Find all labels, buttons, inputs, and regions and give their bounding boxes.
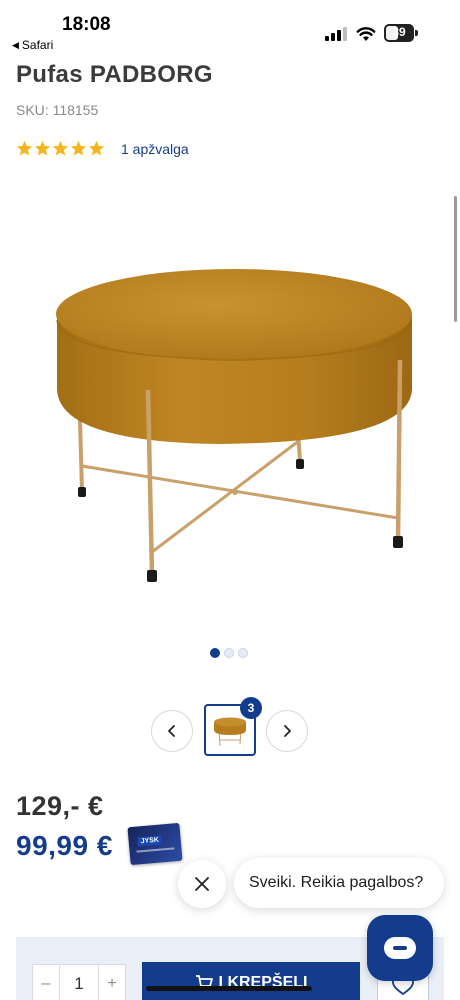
regular-price: 129,- €: [16, 791, 104, 821]
member-price: 99,99 €: [16, 830, 113, 861]
gallery-next-button[interactable]: [266, 710, 308, 752]
back-to-safari-link[interactable]: ◀ Safari: [12, 38, 53, 52]
product-rating: 1 apžvalga: [16, 140, 189, 157]
quantity-input[interactable]: 1: [59, 965, 99, 1000]
gallery-dot-1[interactable]: [210, 648, 220, 658]
card-logo: JYSK: [137, 835, 163, 847]
product-sku: SKU: 118155: [16, 102, 99, 118]
gallery-dot-3[interactable]: [238, 648, 248, 658]
star-icon: [52, 140, 69, 156]
star-icon: [88, 140, 105, 156]
chevron-left-icon: [168, 725, 175, 737]
quantity-decrease-button[interactable]: –: [33, 965, 59, 1000]
gallery-prev-button[interactable]: [151, 710, 193, 752]
chat-close-button[interactable]: [178, 860, 226, 908]
chat-bubble-icon: [384, 937, 416, 959]
star-icon: [34, 140, 51, 156]
status-time: 18:08: [62, 14, 111, 35]
back-label: Safari: [21, 38, 54, 52]
chevron-right-icon: [284, 725, 291, 737]
rating-stars: [16, 140, 105, 157]
gallery-pagination: [210, 648, 248, 658]
home-indicator[interactable]: [146, 986, 312, 991]
close-icon: [195, 877, 209, 891]
wifi-icon: [356, 27, 376, 41]
star-icon: [16, 140, 33, 156]
loyalty-card-icon: JYSK: [127, 822, 183, 866]
star-icon: [70, 140, 87, 156]
chat-greeting-bubble[interactable]: Sveiki. Reikia pagalbos?: [234, 858, 444, 908]
chat-button[interactable]: [367, 915, 433, 981]
reviews-link[interactable]: 1 apžvalga: [121, 141, 189, 157]
product-image[interactable]: [40, 230, 430, 610]
page-scrollbar[interactable]: [454, 196, 457, 322]
cellular-signal-icon: [325, 27, 347, 41]
battery-level: 39: [392, 25, 406, 39]
back-arrow-icon: ◀: [12, 39, 19, 50]
battery-icon: 39: [384, 24, 418, 42]
add-to-cart-button[interactable]: Į KREPŠELĮ: [142, 962, 360, 1000]
product-title: Pufas PADBORG: [16, 61, 213, 88]
quantity-increase-button[interactable]: +: [99, 965, 125, 1000]
thumbnail-count-badge: 3: [240, 697, 262, 719]
quantity-stepper: – 1 +: [32, 964, 126, 1000]
gallery-dot-2[interactable]: [224, 648, 234, 658]
status-bar: 18:08 ◀ Safari 39: [0, 0, 460, 56]
